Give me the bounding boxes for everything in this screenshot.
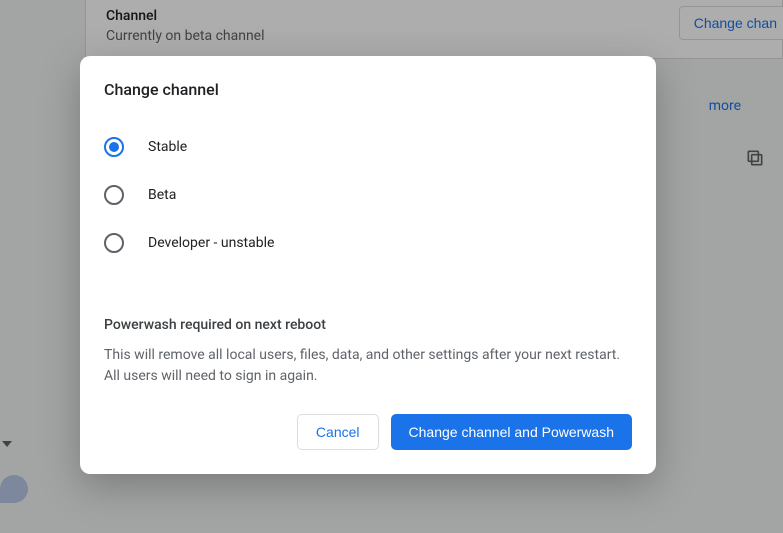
radio-icon	[104, 233, 124, 253]
dialog-title: Change channel	[104, 80, 632, 99]
confirm-button[interactable]: Change channel and Powerwash	[391, 414, 632, 450]
dialog-actions: Cancel Change channel and Powerwash	[104, 414, 632, 450]
radio-option-stable[interactable]: Stable	[104, 123, 632, 171]
radio-option-developer[interactable]: Developer - unstable	[104, 219, 632, 267]
change-channel-dialog: Change channel Stable Beta Developer - u…	[80, 56, 656, 474]
radio-label: Beta	[148, 187, 176, 203]
radio-label: Developer - unstable	[148, 235, 274, 251]
radio-option-beta[interactable]: Beta	[104, 171, 632, 219]
cancel-button[interactable]: Cancel	[297, 414, 379, 450]
warning-heading: Powerwash required on next reboot	[104, 317, 632, 333]
radio-label: Stable	[148, 139, 187, 155]
radio-icon	[104, 137, 124, 157]
radio-icon	[104, 185, 124, 205]
warning-text: This will remove all local users, files,…	[104, 345, 632, 388]
